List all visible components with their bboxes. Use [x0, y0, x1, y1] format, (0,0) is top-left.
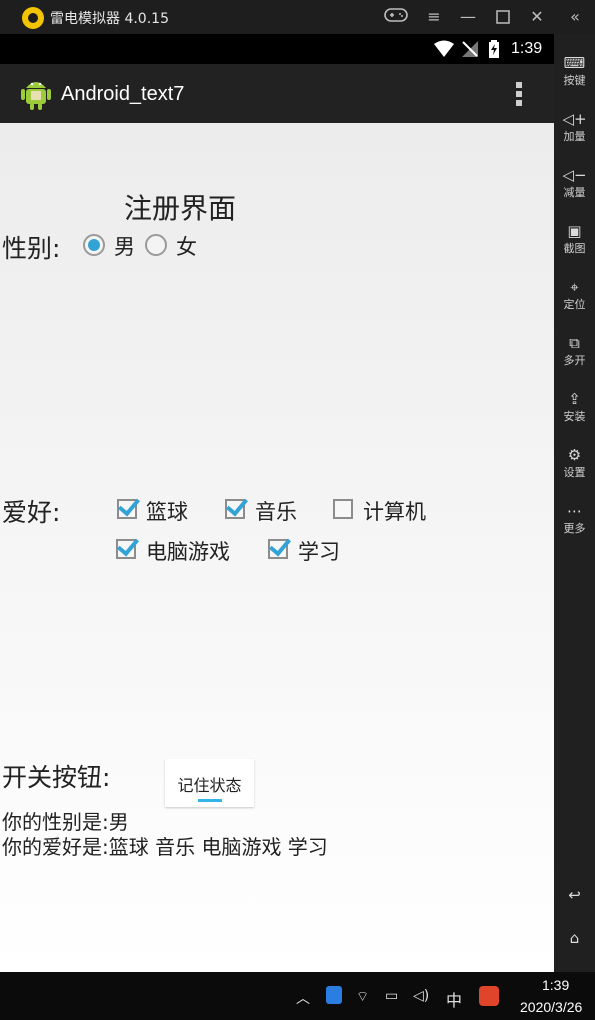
install-icon: ⇪ [568, 390, 581, 408]
menu-icon[interactable]: ≡ [421, 6, 447, 28]
radio-female[interactable] [145, 234, 167, 256]
checkbox-music-label[interactable]: 音乐 [255, 496, 297, 526]
network-icon[interactable]: ⌔ [356, 988, 369, 1006]
status-time: 1:39 [511, 40, 543, 57]
checkbox-basketball[interactable] [117, 499, 137, 519]
more-icon: ⋯ [567, 502, 582, 520]
wifi-icon [434, 40, 454, 57]
taskbar-clock-time[interactable]: 1:39 [542, 977, 569, 993]
checkbox-computer-label[interactable]: 计算机 [363, 496, 426, 526]
ime-indicator[interactable]: 中 [446, 987, 462, 1011]
app-content: 注册界面 性别: 男 女 爱好: 篮球 音乐 计算机 电脑游戏 学习 开关按钮:… [0, 123, 554, 972]
hobby-label: 爱好: [2, 498, 61, 527]
battery-icon[interactable]: ▭ [385, 988, 398, 1004]
checkbox-study-label[interactable]: 学习 [298, 536, 340, 566]
side-item-volume-up[interactable]: ◁+ 加量 [554, 108, 595, 144]
toggle-indicator [198, 799, 222, 802]
android-app-icon [21, 82, 51, 110]
emulator-logo-icon [22, 7, 44, 29]
side-item-volume-down[interactable]: ◁− 减量 [554, 164, 595, 200]
overflow-menu-icon[interactable] [514, 82, 524, 108]
side-item-more[interactable]: ⋯ 更多 [554, 500, 595, 536]
checkbox-pc-games-label[interactable]: 电脑游戏 [146, 536, 230, 566]
app-title: Android_text7 [61, 83, 185, 105]
sogou-input-icon[interactable] [479, 986, 499, 1006]
multi-instance-icon: ⧉ [569, 334, 580, 352]
location-icon: ⌖ [570, 278, 579, 296]
home-button[interactable]: ⌂ [554, 927, 595, 949]
emulator-side-panel: ⌨ 按键 ◁+ 加量 ◁− 减量 ▣ 截图 ⌖ 定位 ⧉ 多开 ⇪ 安装 ⚙ 设… [554, 34, 595, 972]
windows-taskbar: ︿ ⌔ ▭ ◁) 中 1:39 2020/3/26 [0, 972, 595, 1020]
back-button[interactable]: ↩ [554, 884, 595, 906]
gamepad-icon[interactable] [383, 6, 409, 28]
radio-male-label[interactable]: 男 [114, 231, 135, 261]
radio-male[interactable] [83, 234, 105, 256]
side-item-multi[interactable]: ⧉ 多开 [554, 332, 595, 368]
tray-expand-icon[interactable]: ︿ [296, 988, 310, 1008]
keyboard-icon: ⌨ [563, 54, 586, 72]
checkbox-computer[interactable] [333, 499, 353, 519]
toggle-label: 记住状态 [177, 776, 242, 795]
minimize-icon[interactable]: — [455, 6, 481, 28]
checkbox-pc-games[interactable] [116, 539, 136, 559]
emulator-title-bar: 雷电模拟器 4.0.15 ≡ — ✕ « [0, 0, 595, 34]
emulator-title: 雷电模拟器 4.0.15 [50, 11, 169, 27]
radio-female-label[interactable]: 女 [176, 231, 197, 261]
signal-off-icon [462, 41, 478, 57]
home-icon: ⌂ [569, 929, 580, 947]
battery-charging-icon [489, 40, 499, 58]
collapse-panel-icon[interactable]: « [562, 6, 588, 28]
maximize-icon[interactable] [490, 6, 516, 28]
side-item-location[interactable]: ⌖ 定位 [554, 276, 595, 312]
remember-state-toggle[interactable]: 记住状态 [165, 759, 254, 807]
taskbar-clock-date[interactable]: 2020/3/26 [520, 999, 582, 1015]
speaker-icon[interactable]: ◁) [413, 988, 429, 1004]
result-hobby-text: 你的爱好是:篮球 音乐 电脑游戏 学习 [2, 835, 328, 859]
screenshot-icon: ▣ [567, 222, 582, 240]
side-item-keys[interactable]: ⌨ 按键 [554, 52, 595, 88]
gender-label: 性别: [2, 234, 61, 263]
side-item-install[interactable]: ⇪ 安装 [554, 388, 595, 424]
side-item-screenshot[interactable]: ▣ 截图 [554, 220, 595, 256]
checkbox-music[interactable] [225, 499, 245, 519]
volume-up-icon: ◁+ [562, 110, 587, 128]
switch-label: 开关按钮: [2, 763, 111, 792]
back-icon: ↩ [568, 886, 581, 904]
close-icon[interactable]: ✕ [524, 6, 550, 28]
gear-icon: ⚙ [567, 446, 582, 464]
app-action-bar: Android_text7 [0, 64, 554, 123]
volume-down-icon: ◁− [562, 166, 587, 184]
android-status-bar: 1:39 [0, 34, 554, 64]
side-item-settings[interactable]: ⚙ 设置 [554, 444, 595, 480]
page-title: 注册界面 [124, 192, 237, 225]
checkbox-basketball-label[interactable]: 篮球 [146, 496, 188, 526]
tray-app-icon[interactable] [326, 986, 342, 1004]
checkbox-study[interactable] [268, 539, 288, 559]
